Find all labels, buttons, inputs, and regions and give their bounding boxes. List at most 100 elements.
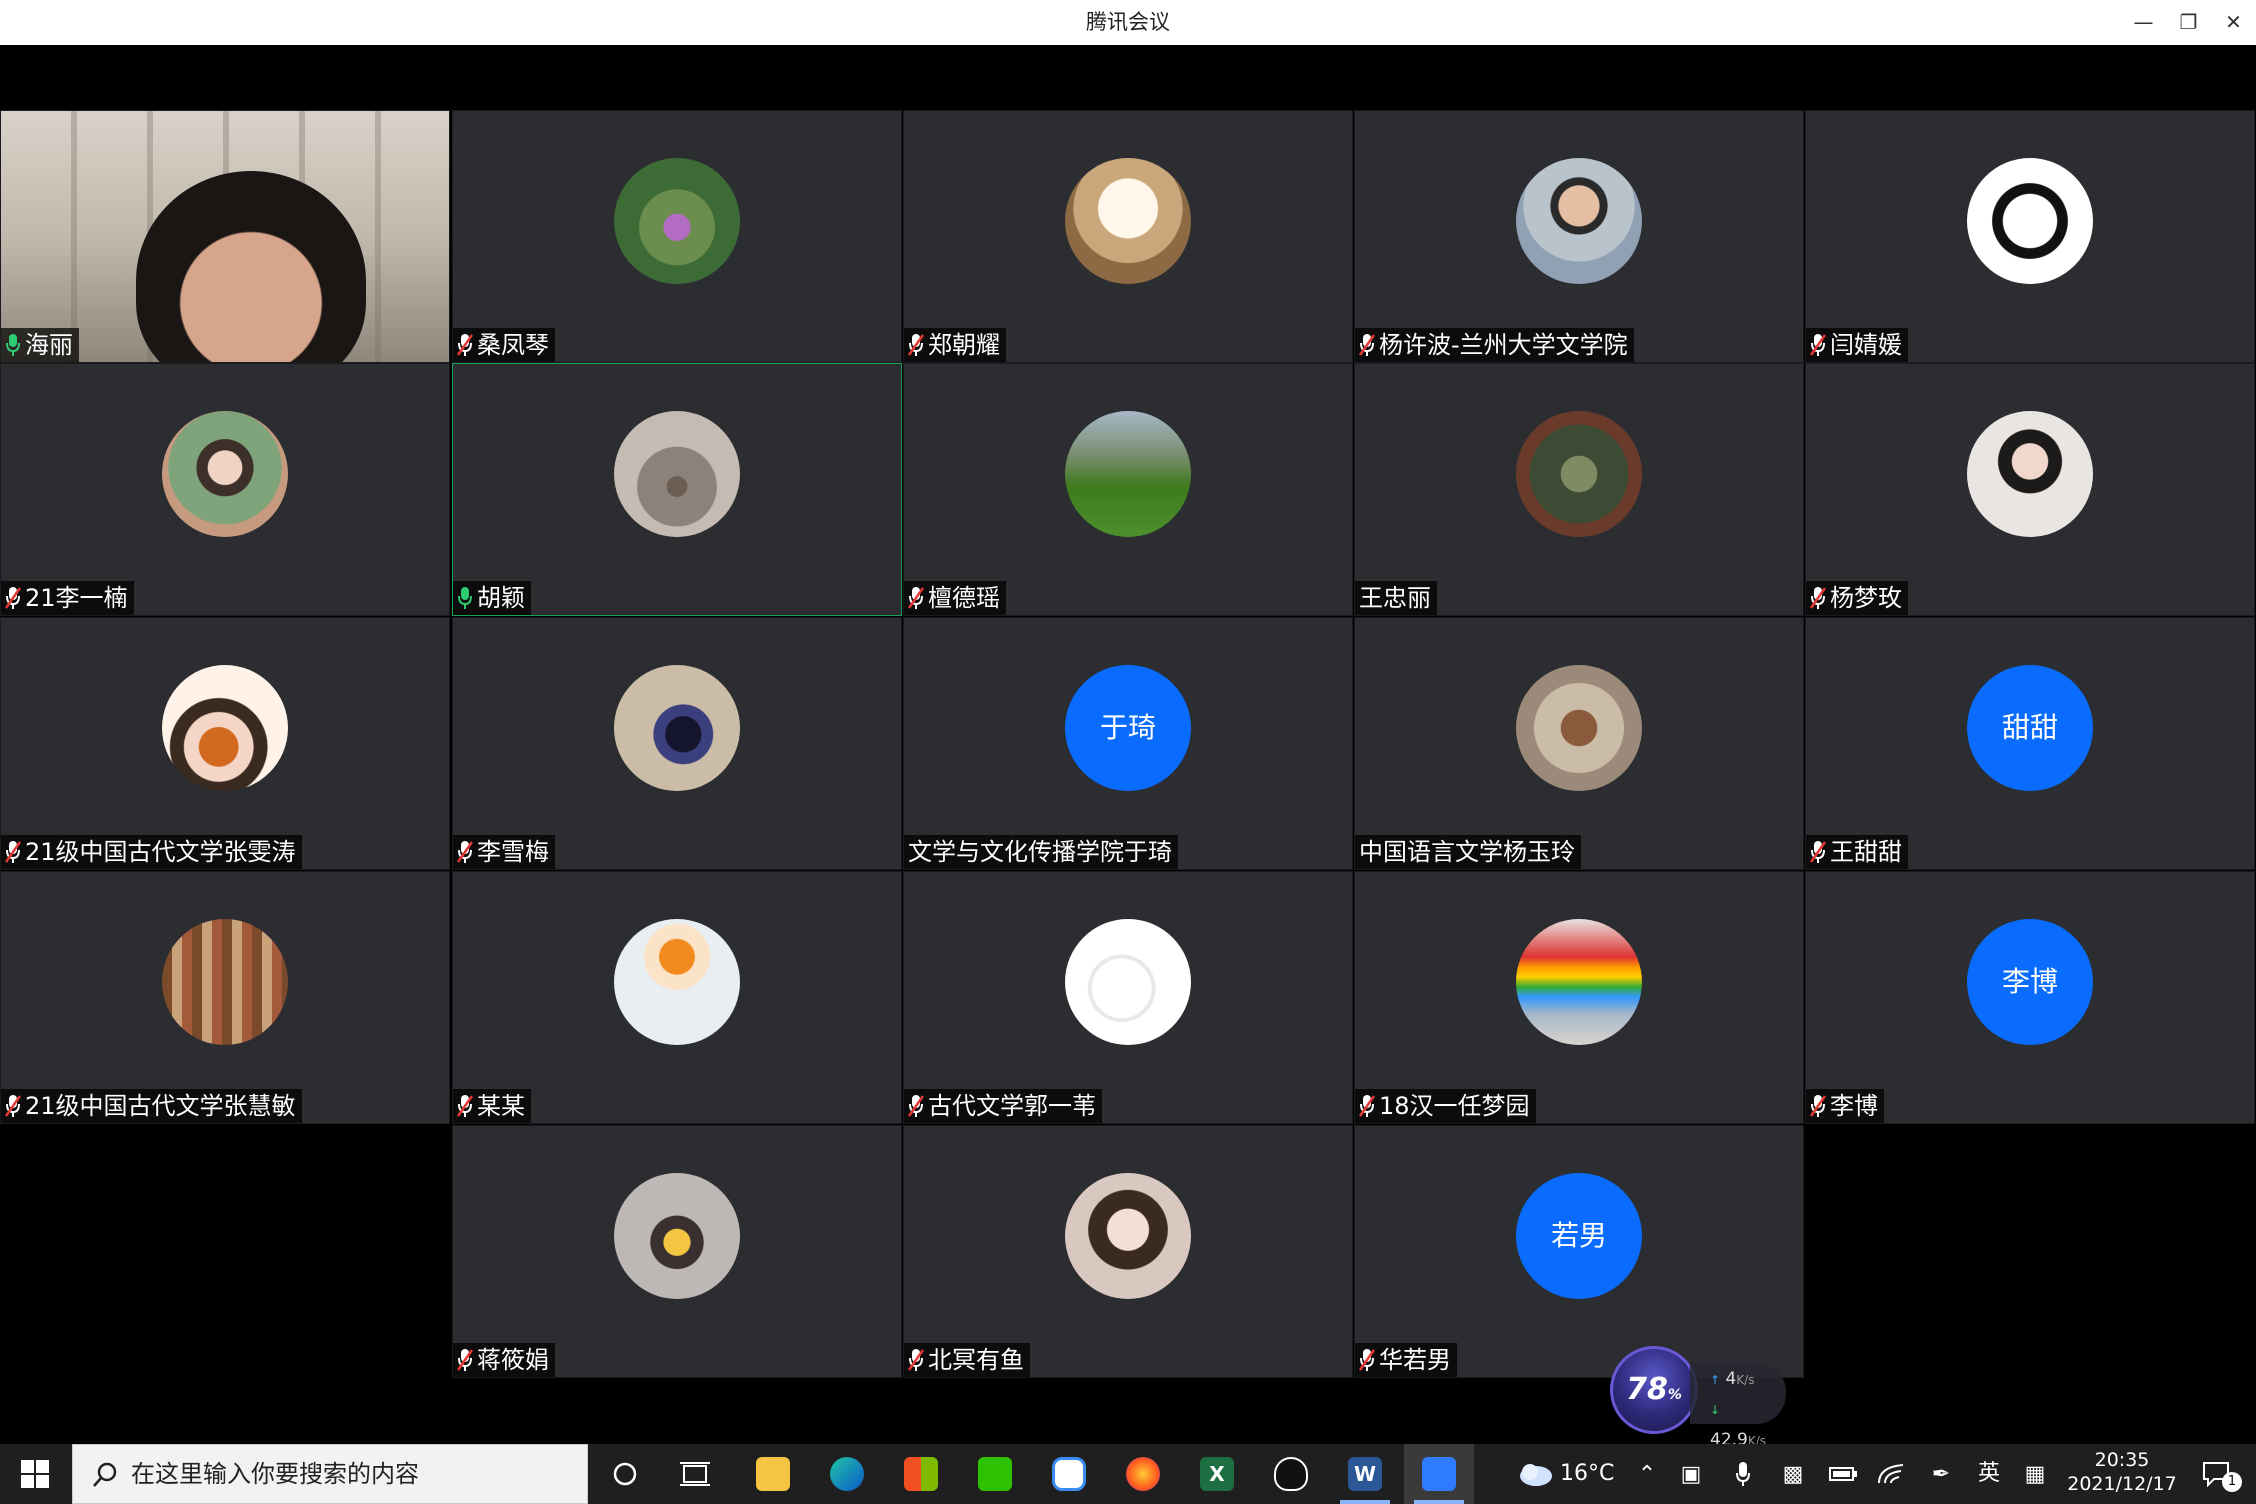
taskbar-app-excel[interactable]: X (1182, 1444, 1252, 1504)
microphone-tray-icon[interactable] (1718, 1444, 1768, 1504)
avatar (614, 158, 740, 284)
minimize-icon[interactable]: — (2121, 0, 2166, 45)
participant-tile[interactable]: 郑朝耀 (903, 110, 1353, 363)
avatar (1065, 411, 1191, 537)
mic-muted-icon (456, 1093, 474, 1117)
participant-name-label: 华若男 (1355, 1343, 1457, 1377)
participant-tile[interactable]: 北冥有鱼 (903, 1125, 1353, 1378)
taskbar-app-firefox[interactable] (1108, 1444, 1178, 1504)
participant-tile[interactable]: 闫婧媛 (1805, 110, 2255, 363)
taskbar-app-file-explorer[interactable] (738, 1444, 808, 1504)
pen-icon[interactable]: ✒ (1916, 1444, 1966, 1504)
clock-date: 2021/12/17 (2067, 1473, 2177, 1495)
upload-unit: K/s (1736, 1373, 1755, 1387)
participant-name-label: 海丽 (1, 328, 79, 362)
participant-tile[interactable]: 18汉一任梦园 (1354, 871, 1804, 1124)
notification-center-button[interactable]: 1 (2186, 1444, 2246, 1504)
avatar (162, 411, 288, 537)
avatar (614, 411, 740, 537)
taskbar-app-edge[interactable] (812, 1444, 882, 1504)
ime-grid-icon[interactable]: ▦ (2010, 1444, 2060, 1504)
participant-tile[interactable]: 21李一楠 (0, 363, 450, 616)
participant-tile[interactable]: 李雪梅 (452, 617, 902, 870)
participant-name: 21李一楠 (25, 584, 128, 612)
participant-name-label: 李博 (1806, 1089, 1884, 1123)
taskbar-search[interactable] (72, 1444, 588, 1504)
taskbar-app-qq[interactable] (1256, 1444, 1326, 1504)
participant-tile[interactable]: 于琦 文学与文化传播学院于琦 (903, 617, 1353, 870)
clock[interactable]: 20:35 2021/12/17 (2062, 1448, 2182, 1496)
input-method-indicator[interactable]: 英 (1978, 1444, 2000, 1504)
edge-icon (830, 1457, 864, 1491)
participant-tile[interactable]: 蒋筱娟 (452, 1125, 902, 1378)
battery-icon[interactable] (1818, 1444, 1868, 1504)
participant-tile[interactable]: 杨梦玫 (1805, 363, 2255, 616)
avatar (614, 919, 740, 1045)
restore-icon[interactable]: ❐ (2166, 0, 2211, 45)
avatar (614, 1173, 740, 1299)
netdisk-icon (1052, 1457, 1086, 1491)
cortana-button[interactable] (590, 1444, 660, 1504)
avatar-initials: 于琦 (1065, 665, 1191, 791)
taskbar-app-store[interactable] (886, 1444, 956, 1504)
taskbar-app-tencent-meeting[interactable] (1404, 1444, 1474, 1504)
participant-tile[interactable]: 王忠丽 (1354, 363, 1804, 616)
participant-tile[interactable]: 甜甜 王甜甜 (1805, 617, 2255, 870)
participant-tile[interactable]: 桑凤琴 (452, 110, 902, 363)
participant-name: 北冥有鱼 (928, 1346, 1024, 1374)
participant-tile[interactable]: 21级中国古代文学张雯涛 (0, 617, 450, 870)
close-icon[interactable]: ✕ (2211, 0, 2256, 45)
participant-tile[interactable]: 胡颖 (452, 363, 902, 616)
avatar (162, 665, 288, 791)
search-input[interactable] (131, 1445, 571, 1503)
running-indicator (1340, 1500, 1390, 1504)
participant-tile[interactable]: 古代文学郭一苇 (903, 871, 1353, 1124)
mic-muted-icon (1358, 1093, 1376, 1117)
participant-name: 21级中国古代文学张慧敏 (25, 1092, 296, 1120)
network-speed-widget[interactable]: 78% ↑ 4K/s ↓ 42.9K/s (1610, 1346, 1786, 1450)
participant-name: 某某 (477, 1092, 525, 1120)
participant-name: 闫婧媛 (1830, 331, 1902, 359)
participant-name: 杨许波-兰州大学文学院 (1379, 331, 1628, 359)
mic-muted-icon (456, 839, 474, 863)
participant-name: 古代文学郭一苇 (928, 1092, 1096, 1120)
participant-name: 蒋筱娟 (477, 1346, 549, 1374)
taskbar-app-wechat[interactable] (960, 1444, 1030, 1504)
speed-stats: ↑ 4K/s ↓ 42.9K/s (1690, 1362, 1786, 1450)
participant-tile[interactable]: 若男 华若男 (1354, 1125, 1804, 1378)
wechat-icon (978, 1457, 1012, 1491)
windows-icon (21, 1460, 49, 1488)
start-button[interactable] (0, 1444, 70, 1504)
mic-muted-icon (456, 332, 474, 356)
avatar (1516, 411, 1642, 537)
screen-share-tray-icon[interactable]: ▩ (1768, 1444, 1818, 1504)
mic-muted-icon (907, 585, 925, 609)
mic-muted-icon (1809, 585, 1827, 609)
participant-tile[interactable]: 檀德瑶 (903, 363, 1353, 616)
avatar (1967, 158, 2093, 284)
meet-now-icon[interactable]: ▣ (1666, 1444, 1716, 1504)
participant-name-label: 21李一楠 (1, 581, 134, 615)
store-icon (904, 1457, 938, 1491)
participant-name: 桑凤琴 (477, 331, 549, 359)
mic-muted-icon (907, 1093, 925, 1117)
participant-tile[interactable]: 某某 (452, 871, 902, 1124)
cpu-usage-ball[interactable]: 78% (1610, 1346, 1698, 1434)
upload-arrow-icon: ↑ (1710, 1373, 1721, 1387)
participant-name: 杨梦玫 (1830, 584, 1902, 612)
taskbar-app-baidu-netdisk[interactable] (1034, 1444, 1104, 1504)
task-view-button[interactable] (660, 1444, 730, 1504)
weather-temperature[interactable]: 16°C (1560, 1444, 1614, 1504)
participant-name: 李博 (1830, 1092, 1878, 1120)
participant-name-label: 某某 (453, 1089, 531, 1123)
participant-tile[interactable]: 杨许波-兰州大学文学院 (1354, 110, 1804, 363)
participant-tile[interactable]: 中国语言文学杨玉玲 (1354, 617, 1804, 870)
folder-icon (756, 1457, 790, 1491)
taskbar-app-word[interactable]: W (1330, 1444, 1400, 1504)
participant-tile[interactable]: 海丽 (0, 110, 450, 363)
participant-tile[interactable]: 李博 李博 (1805, 871, 2255, 1124)
mic-muted-icon (4, 1093, 22, 1117)
mic-muted-icon (907, 1347, 925, 1371)
wifi-icon[interactable] (1866, 1444, 1916, 1504)
participant-tile[interactable]: 21级中国古代文学张慧敏 (0, 871, 450, 1124)
